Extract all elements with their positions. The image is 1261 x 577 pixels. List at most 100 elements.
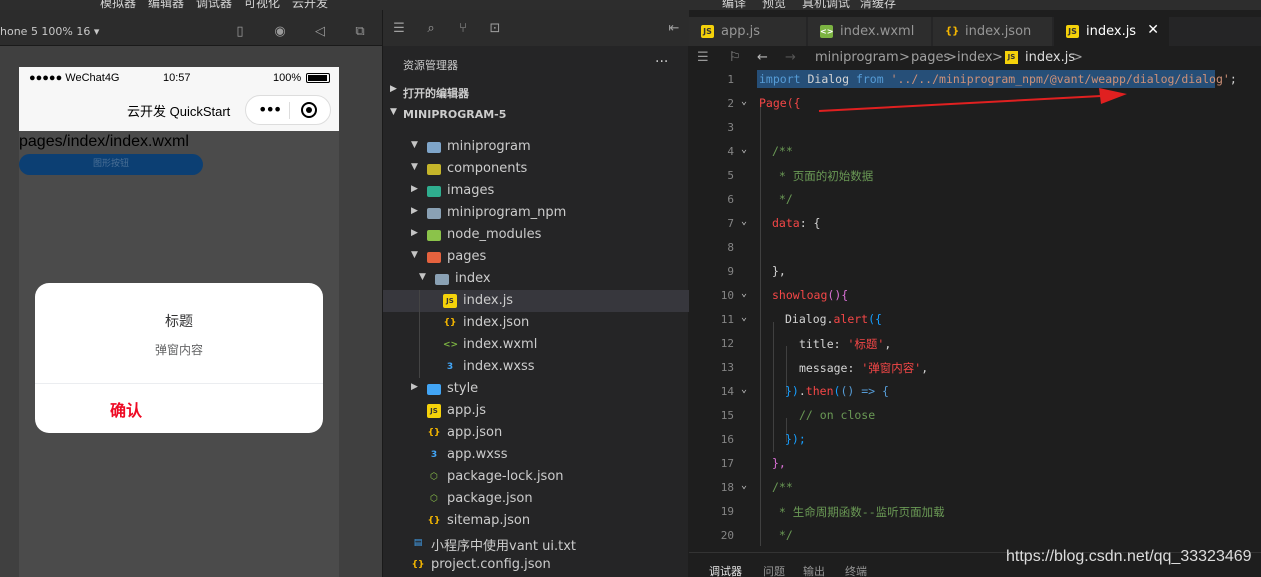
list-icon[interactable]: ☰ — [697, 50, 709, 65]
open-editors-label: 打开的编辑器 — [403, 87, 469, 100]
page-content: pages/index/index.wxml 图形按钮 标题 弹窗内容 确认 — [19, 131, 339, 577]
tree-item-miniprogram-npm[interactable]: ▶ miniprogram_npm — [383, 202, 689, 224]
crumb-index[interactable]: index — [957, 50, 993, 65]
tab-app-js[interactable]: JS app.js — [689, 17, 807, 46]
json-file-icon: {} — [427, 516, 441, 526]
menu-real-debug[interactable]: 真机调试 — [802, 0, 850, 10]
menu-debugger[interactable]: 调试器 — [196, 0, 232, 10]
panel-tab-output[interactable]: 输出 — [803, 563, 825, 577]
json-file-icon: {} — [443, 318, 457, 328]
tree-item-images[interactable]: ▶ images — [383, 180, 689, 202]
search-icon[interactable]: ⌕ — [423, 21, 439, 37]
extensions-icon[interactable]: ⊡ — [487, 21, 503, 37]
panel-tab-debugger[interactable]: 调试器 — [709, 563, 742, 577]
tree-item-app-js[interactable]: JS app.js — [383, 400, 689, 422]
crumb-file[interactable]: index.js — [1025, 50, 1075, 65]
menu-preview[interactable]: 预览 — [762, 0, 786, 10]
folder-open-icon — [427, 142, 441, 153]
files-icon[interactable]: ☰ — [391, 21, 407, 37]
close-circle-icon[interactable] — [301, 102, 317, 118]
panel-tab-terminal[interactable]: 终端 — [845, 563, 867, 577]
project-section[interactable]: ▼ MINIPROGRAM-5 — [383, 104, 689, 126]
chevron-right-icon[interactable]: ▶ — [411, 228, 418, 238]
forward-arrow-icon[interactable]: → — [785, 50, 796, 65]
tree-item-label: style — [447, 381, 479, 396]
tab-index-wxml[interactable]: <> index.wxml — [808, 17, 932, 46]
tab-label: index.json — [965, 24, 1032, 39]
tree-item-project-config-json[interactable]: {} project.config.json — [383, 554, 689, 576]
crumb-miniprogram[interactable]: miniprogram — [815, 50, 899, 65]
crumb-sep: > — [992, 50, 1003, 65]
tree-item-vant-ui-txt[interactable]: ▤ 小程序中使用vant ui.txt — [383, 532, 689, 554]
detach-window-icon[interactable]: ⧉ — [352, 24, 368, 40]
phone-screen: ●●●●● WeChat4G 10:57 100% 云开发 QuickStart… — [19, 67, 339, 577]
panel-tab-problems[interactable]: 问题 — [763, 563, 785, 577]
tree-item-app-json[interactable]: {} app.json — [383, 422, 689, 444]
folder-icon — [427, 208, 441, 219]
phone-icon[interactable]: ▯ — [232, 24, 248, 40]
tree-item-node-modules[interactable]: ▶ node_modules — [383, 224, 689, 246]
tab-index-js[interactable]: JS index.js ✕ — [1054, 17, 1170, 46]
wxml-file-icon: <> — [443, 340, 459, 350]
tree-item-label: app.js — [447, 403, 486, 418]
dialog-message: 弹窗内容 — [154, 343, 203, 357]
chevron-down-icon[interactable]: ▼ — [411, 162, 418, 172]
more-actions-icon[interactable]: ··· — [655, 54, 668, 70]
tree-item-package-json[interactable]: ⬡ package.json — [383, 488, 689, 510]
dialog-divider — [35, 383, 323, 384]
tree-item-index-js[interactable]: JS index.js — [383, 290, 689, 312]
wxml-file-icon: <> — [820, 25, 834, 38]
tab-label: app.js — [721, 24, 760, 39]
tab-label: index.js — [1086, 24, 1137, 39]
tree-item-package-lock-json[interactable]: ⬡ package-lock.json — [383, 466, 689, 488]
open-editors-section[interactable]: ▶ 打开的编辑器 — [383, 81, 689, 103]
tree-item-components[interactable]: ▼ components — [383, 158, 689, 180]
tree-item-sitemap-json[interactable]: {} sitemap.json — [383, 510, 689, 532]
crumb-sep: > — [1072, 50, 1083, 65]
editor-tabs: JS app.js <> index.wxml {} index.json JS… — [689, 17, 1261, 46]
chevron-down-icon[interactable]: ▼ — [411, 250, 418, 260]
chevron-right-icon[interactable]: ▶ — [411, 206, 418, 216]
volume-icon[interactable]: ◁ — [312, 24, 328, 40]
phone-status-bar: ●●●●● WeChat4G 10:57 100% — [19, 67, 339, 89]
tree-item-label: project.config.json — [431, 557, 551, 572]
tree-item-miniprogram[interactable]: ▼ miniprogram — [383, 136, 689, 158]
chevron-right-icon[interactable]: ▶ — [411, 184, 418, 194]
source-control-icon[interactable]: ⑂ — [455, 21, 471, 37]
tree-item-index-json[interactable]: {} index.json — [383, 312, 689, 334]
tree-item-style[interactable]: ▶ style — [383, 378, 689, 400]
menu-cloud[interactable]: 云开发 — [292, 0, 328, 10]
image-button[interactable]: 图形按钮 — [19, 154, 203, 175]
record-icon[interactable]: ◉ — [272, 24, 288, 40]
back-arrow-icon[interactable]: ← — [757, 50, 768, 65]
tree-item-index-wxml[interactable]: <> index.wxml — [383, 334, 689, 356]
chevron-down-icon[interactable]: ▼ — [411, 140, 418, 150]
tree-item-pages[interactable]: ▼ pages — [383, 246, 689, 268]
menu-clear-cache[interactable]: 清缓存 — [860, 0, 896, 10]
dialog-confirm-button[interactable]: 确认 — [110, 397, 142, 421]
crumb-pages[interactable]: pages — [911, 50, 950, 65]
device-selector[interactable]: hone 5 100% 16 ▾ — [0, 25, 99, 38]
more-dots-icon[interactable]: ••• — [258, 100, 282, 119]
menu-compile[interactable]: 编译 — [722, 0, 746, 10]
tab-index-json[interactable]: {} index.json — [933, 17, 1053, 46]
chevron-down-icon[interactable]: ▼ — [419, 272, 426, 282]
capsule-menu[interactable]: ••• — [245, 95, 331, 125]
tree-item-app-wxss[interactable]: 3 app.wxss — [383, 444, 689, 466]
menu-editor[interactable]: 编辑器 — [148, 0, 184, 10]
folder-icon — [427, 230, 441, 241]
menu-simulator[interactable]: 模拟器 — [100, 0, 136, 10]
collapse-sidebar-icon[interactable]: ⇤ — [666, 21, 682, 37]
close-icon[interactable]: ✕ — [1147, 22, 1159, 38]
menu-visual[interactable]: 可视化 — [244, 0, 280, 10]
code-area[interactable]: 1 2 3 4 5 6 7 8 9 10 11 12 13 14 15 16 17 18 19 20 ⌄ ⌄ ⌄ ⌄ … — [689, 70, 1261, 552]
tree-item-label: 小程序中使用vant ui.txt — [431, 539, 576, 554]
bookmark-icon[interactable]: ⚐ — [729, 50, 741, 65]
page-path-text: pages/index/index.wxml — [19, 133, 189, 150]
folder-icon — [427, 384, 441, 395]
chevron-right-icon[interactable]: ▶ — [411, 382, 418, 392]
tree-item-index[interactable]: ▼ index — [383, 268, 689, 290]
folder-icon — [427, 186, 441, 197]
tree-item-index-wxss[interactable]: 3 index.wxss — [383, 356, 689, 378]
js-file-icon: JS — [1066, 25, 1079, 38]
